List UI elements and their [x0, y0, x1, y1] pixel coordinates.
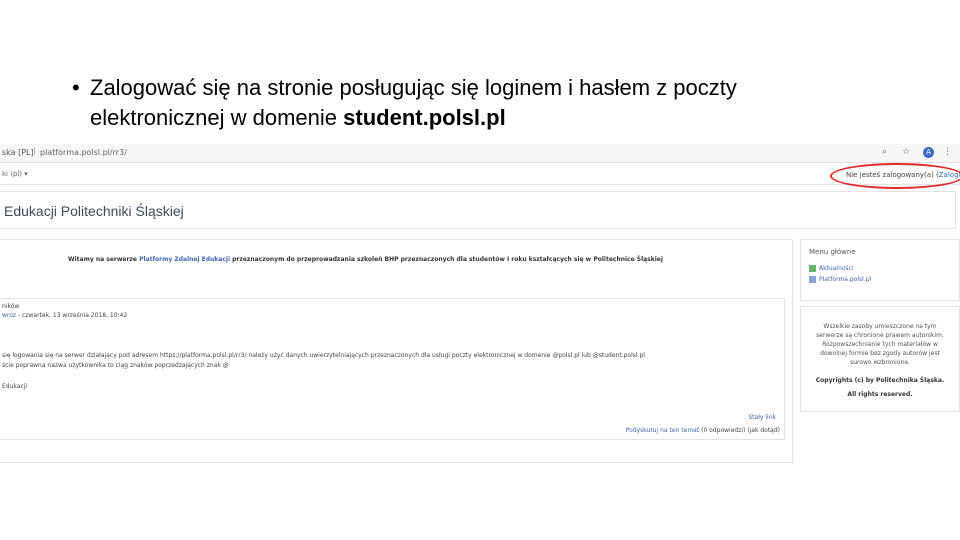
post-date: - czwartek, 13 września 2018, 10:42 — [16, 312, 128, 319]
address-bar: ska [PL] | platforma.polsl.pl/rr3/ ⌕ ☆ A… — [0, 144, 960, 163]
copyright-line: Rozpowszechnianie tych materiałów w — [822, 341, 938, 348]
discuss-link[interactable]: Podyskutuj na ten temat — [626, 427, 699, 434]
link-icon — [809, 276, 816, 283]
menu-icon[interactable]: ⋮ — [943, 147, 952, 157]
news-post: ników wroz - czwartek, 13 września 2018,… — [0, 298, 785, 440]
instruction-line-2: elektronicznej w domenie student.polsl.p… — [90, 104, 506, 132]
site-navbar: ki (pl) ▾ Nie jesteś zalogowany(a) (Zalo… — [0, 164, 960, 185]
copyright-block: Wszelkie zasoby umieszczone na tym serwe… — [800, 306, 960, 412]
post-author-link[interactable]: wroz — [2, 312, 16, 319]
post-title: ników — [2, 303, 20, 310]
page-header: Edukacji Politechniki Śląskiej — [0, 191, 956, 229]
copyright-line: serwerze są chronione prawem autorskim. — [816, 332, 944, 339]
welcome-message: Witamy na serwerze Platformy Zdalnej Edu… — [68, 256, 663, 263]
page-title: Edukacji Politechniki Śląskiej — [4, 203, 184, 219]
menu-title: Menu główne — [809, 248, 856, 256]
star-icon[interactable]: ☆ — [902, 147, 910, 157]
welcome-prefix: Witamy na serwerze — [68, 256, 140, 263]
avatar[interactable]: A — [923, 147, 934, 158]
menu-item-label: Platforma.polsl.pl — [819, 276, 872, 283]
discuss-count: (0 odpowiedzi) (jak dotąd) — [699, 427, 780, 434]
instruction-line-1: Zalogować się na stronie posługując się … — [90, 75, 737, 100]
platform-link[interactable]: Platformy Zdalnej Edukacji — [139, 256, 230, 263]
post-body-line-1: się logowania się na serwer działający p… — [2, 352, 645, 359]
copyright-notice: Copyrights (c) by Politechnika Śląska. — [815, 377, 945, 384]
divider: | — [33, 146, 36, 155]
post-meta: wroz - czwartek, 13 września 2018, 10:42 — [2, 312, 127, 319]
menu-item-news[interactable]: Aktualności — [809, 265, 854, 272]
domain-name: student.polsl.pl — [343, 105, 506, 130]
rights-notice: All rights reserved. — [847, 391, 913, 398]
copyright-line: dowolnej formie bez zgody autorów jest — [820, 350, 940, 357]
copyright-line: Wszelkie zasoby umieszczone na tym — [823, 323, 937, 330]
copyright-line: surowo wzbronione. — [850, 359, 910, 366]
menu-item-label: Aktualności — [819, 265, 854, 272]
main-content: Witamy na serwerze Platformy Zdalnej Edu… — [0, 239, 793, 463]
tab-label: ska [PL] — [2, 148, 34, 157]
language-menu[interactable]: ki (pl) ▾ — [2, 170, 28, 178]
url-field[interactable]: platforma.polsl.pl/rr3/ — [40, 148, 127, 157]
permalink: Stały link — [748, 414, 776, 421]
bullet-marker: • — [72, 75, 80, 100]
forum-icon — [809, 265, 816, 272]
zoom-icon[interactable]: ⌕ — [882, 147, 887, 157]
main-menu-block: Menu główne Aktualności Platforma.polsl.… — [800, 239, 960, 301]
post-body-line-2: ście poprawna nazwa użytkownika to ciąg … — [2, 362, 229, 369]
browser-screenshot: ska [PL] | platforma.polsl.pl/rr3/ ⌕ ☆ A… — [0, 144, 960, 464]
welcome-suffix: przeznaczonym do przeprowadzania szkoleń… — [230, 256, 663, 263]
permalink-link[interactable]: Stały link — [748, 414, 776, 421]
highlight-oval — [830, 163, 960, 189]
instruction-line-2-text: elektronicznej w domenie — [90, 105, 344, 130]
menu-item-platform[interactable]: Platforma.polsl.pl — [809, 276, 871, 283]
discussion-footer: Podyskutuj na ten temat (0 odpowiedzi) (… — [626, 427, 780, 434]
post-signature: Edukacji — [2, 383, 28, 390]
